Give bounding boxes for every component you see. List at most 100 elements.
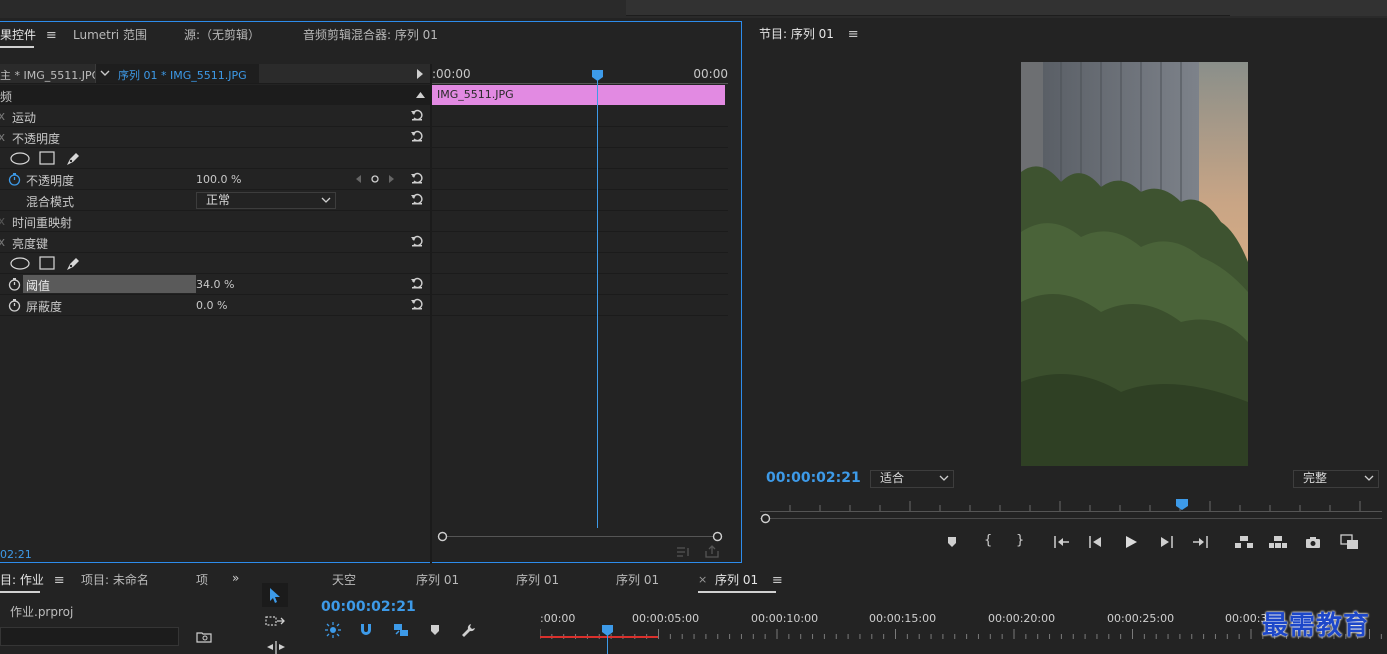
stopwatch-icon[interactable] <box>8 278 21 291</box>
program-video-frame[interactable] <box>1021 62 1248 466</box>
project-search-input[interactable] <box>0 627 179 646</box>
pen-mask-icon[interactable] <box>65 255 82 272</box>
work-area-bar[interactable] <box>540 636 658 638</box>
tab-timeline-seq-1[interactable]: 序列 01 <box>416 568 459 592</box>
collapse-triangle-icon[interactable] <box>416 92 425 98</box>
reset-icon[interactable] <box>410 192 424 206</box>
threshold-row[interactable]: 阈值 34.0 % <box>0 274 430 295</box>
reset-icon[interactable] <box>410 297 424 311</box>
threshold-value[interactable]: 34.0 % <box>196 278 234 291</box>
tab-audio-clip-mixer[interactable]: 音频剪辑混合器: 序列 01 <box>303 23 438 47</box>
fx-toggle-icon[interactable]: x <box>0 130 5 144</box>
panel-menu-icon[interactable]: ≡ <box>46 28 57 43</box>
effect-timeline-ruler[interactable]: :00:00 00:00 <box>432 64 728 84</box>
playhead-handle[interactable] <box>592 70 604 82</box>
reset-icon[interactable] <box>410 276 424 290</box>
cutoff-value[interactable]: 0.0 % <box>196 299 227 312</box>
timeline-playhead[interactable] <box>602 625 614 637</box>
timeline-ruler[interactable]: :00:00 00:00:05:00 00:00:10:00 00:00:15:… <box>540 609 1387 654</box>
tab-project-more[interactable]: 项 <box>196 568 208 592</box>
tab-timeline-sky[interactable]: 天空 <box>332 568 356 592</box>
blend-mode-select[interactable]: 正常 <box>196 192 336 209</box>
luma-key-row[interactable]: x 亮度键 <box>0 232 430 253</box>
tab-project-homework[interactable]: 目: 作业 ≡ <box>0 568 65 592</box>
workspace-search[interactable] <box>1230 0 1387 16</box>
new-bin-icon[interactable] <box>196 630 212 643</box>
ellipse-mask-icon[interactable] <box>10 257 30 270</box>
current-time-display[interactable]: 02:21 <box>0 548 32 561</box>
wrench-settings-icon[interactable] <box>461 622 477 638</box>
tab-timeline-seq-active[interactable]: 序列 01 ≡ <box>715 568 783 592</box>
reset-icon[interactable] <box>410 234 424 248</box>
snap-magnet-icon[interactable] <box>359 623 373 637</box>
go-to-in-icon[interactable] <box>1054 536 1070 548</box>
go-to-out-icon[interactable] <box>1192 536 1208 548</box>
tab-lumetri-scopes[interactable]: Lumetri 范围 <box>73 23 147 47</box>
close-tab-icon[interactable]: × <box>698 573 707 586</box>
keyframe-navigator-icon[interactable] <box>355 174 397 184</box>
pen-mask-icon[interactable] <box>65 150 82 167</box>
playback-resolution-select[interactable]: 完整 <box>1293 470 1379 488</box>
reset-icon[interactable] <box>410 108 424 122</box>
fx-toggle-icon[interactable]: x <box>0 109 5 123</box>
step-forward-icon[interactable] <box>1159 536 1173 548</box>
stopwatch-icon[interactable] <box>8 173 21 186</box>
comparison-view-icon[interactable] <box>1340 534 1360 550</box>
camera-icon[interactable] <box>1305 535 1321 549</box>
clip-bar[interactable]: IMG_5511.JPG <box>432 85 725 105</box>
track-select-forward-tool-icon[interactable] <box>265 615 287 629</box>
rectangle-mask-icon[interactable] <box>39 151 55 165</box>
panel-menu-icon[interactable]: ≡ <box>848 27 859 42</box>
step-back-icon[interactable] <box>1089 536 1103 548</box>
mark-out-icon[interactable]: } <box>1016 533 1024 548</box>
opacity-row[interactable]: x 不透明度 <box>0 127 430 148</box>
reset-icon[interactable] <box>410 129 424 143</box>
timeline-timecode[interactable]: 00:00:02:21 <box>321 599 416 615</box>
fx-toggle-icon[interactable]: x <box>0 235 5 249</box>
time-remap-row[interactable]: x 时间重映射 <box>0 211 430 232</box>
scroll-handle-left[interactable] <box>437 531 448 542</box>
extract-icon[interactable] <box>1268 535 1288 549</box>
opacity-value[interactable]: 100.0 % <box>196 173 241 186</box>
tab-project-untitled[interactable]: 项目: 未命名 <box>81 568 149 592</box>
tab-timeline-seq-2[interactable]: 序列 01 <box>516 568 559 592</box>
reset-icon[interactable] <box>410 171 424 185</box>
stopwatch-icon[interactable] <box>8 299 21 312</box>
play-icon[interactable] <box>1124 535 1138 549</box>
rectangle-mask-icon[interactable] <box>39 256 55 270</box>
panel-menu-icon[interactable]: ≡ <box>54 573 65 588</box>
add-marker-icon[interactable] <box>947 536 957 548</box>
tab-effect-controls[interactable]: 果控件 ≡ <box>0 23 57 47</box>
zoom-scrollbar[interactable] <box>437 531 723 542</box>
add-marker-icon[interactable] <box>430 624 440 636</box>
zoom-handle-left[interactable] <box>760 513 771 524</box>
ripple-edit-tool-icon[interactable] <box>265 641 287 654</box>
mark-in-icon[interactable]: { <box>984 533 992 548</box>
video-frame-image <box>1021 62 1248 466</box>
audio-filter-icon[interactable] <box>676 546 692 558</box>
program-scrub-bar[interactable] <box>760 499 1382 524</box>
ellipse-mask-icon[interactable] <box>10 152 30 165</box>
fx-toggle-icon[interactable]: x <box>0 214 5 228</box>
linked-selection-icon[interactable] <box>393 623 409 637</box>
panel-menu-icon[interactable]: ≡ <box>772 573 783 588</box>
lift-icon[interactable] <box>1234 535 1254 549</box>
motion-row[interactable]: x 运动 <box>0 106 430 127</box>
program-playhead[interactable] <box>1176 499 1189 512</box>
tab-source[interactable]: 源:（无剪辑） <box>184 23 260 47</box>
overflow-tabs-icon[interactable]: » <box>232 571 239 585</box>
scroll-handle-right[interactable] <box>712 531 723 542</box>
cutoff-row[interactable]: 屏蔽度 0.0 % <box>0 295 430 316</box>
play-triangle-icon[interactable] <box>416 69 424 79</box>
timeline-playhead-line <box>607 635 608 654</box>
tab-timeline-seq-3[interactable]: 序列 01 <box>616 568 659 592</box>
sequence-clip-dropdown[interactable]: 序列 01 * IMG_5511.JPG <box>95 64 259 83</box>
tab-program-monitor[interactable]: 节目: 序列 01 ≡ <box>759 22 859 46</box>
export-icon[interactable] <box>704 545 720 559</box>
selection-tool[interactable] <box>262 583 288 607</box>
program-timecode[interactable]: 00:00:02:21 <box>766 470 861 486</box>
insert-overwrite-sequences-icon[interactable] <box>325 622 341 638</box>
opacity-param-row[interactable]: 不透明度 100.0 % <box>0 169 430 190</box>
workspace-tabs[interactable] <box>626 0 1230 16</box>
zoom-level-select[interactable]: 适合 <box>870 470 954 488</box>
